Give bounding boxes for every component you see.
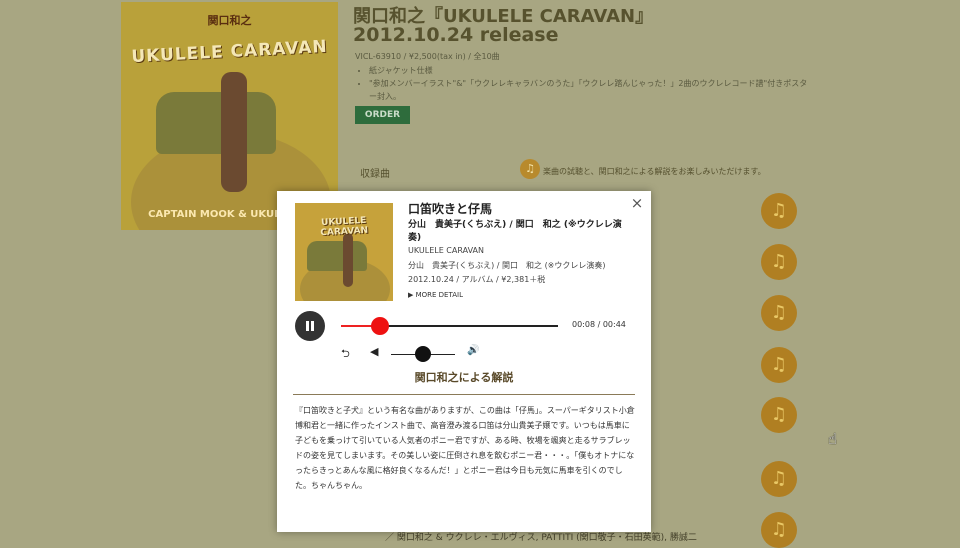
volume-slider[interactable] [391, 346, 455, 362]
feature-item: 紙ジャケット仕様 [369, 64, 809, 77]
thumb-title-text: UKULELE CARAVAN [320, 215, 369, 239]
commentary-heading: 関口和之による解説 [414, 371, 514, 384]
track-play-button[interactable]: ♫ [761, 193, 797, 229]
cover-figure-art [221, 72, 247, 192]
thumb-bus-art [307, 241, 367, 271]
pause-icon [311, 321, 314, 331]
time-display: 00:08 / 00:44 [572, 320, 626, 329]
divider [293, 394, 635, 395]
tracks-description: 楽曲の試聴と、関口和之による解説をお楽しみいただけます。 [543, 167, 766, 176]
cover-title-text: UKULELE CARAVAN [130, 36, 329, 68]
volume-icon[interactable]: 🔊 [467, 345, 479, 356]
cover-artist-text: 関口和之 [207, 14, 252, 27]
release-date: 2012.10.24 release [353, 24, 559, 46]
track-play-button[interactable]: ♫ [761, 295, 797, 331]
hand-cursor-icon: ☝ [828, 430, 838, 448]
commentary-text: 『口笛吹きと子犬』という有名な曲がありますが、この曲は「仔馬」。スーパーギタリス… [295, 406, 635, 490]
track-play-button[interactable]: ♫ [761, 244, 797, 280]
progress-handle[interactable] [371, 317, 390, 335]
album-artist: 分山 貴美子(くちぶえ) / 関口 和之 (※ウクレレ演奏) [408, 261, 606, 270]
pause-button[interactable] [295, 311, 325, 341]
cover-bus-art [156, 92, 276, 154]
album-name: UKULELE CARAVAN [408, 246, 484, 255]
order-button[interactable]: ORDER [355, 106, 410, 124]
album-thumbnail: UKULELE CARAVAN [295, 203, 393, 301]
release-info: 2012.10.24 / アルバム / ¥2,381＋税 [408, 275, 546, 284]
progress-bar[interactable] [341, 317, 558, 335]
volume-handle[interactable] [415, 346, 431, 362]
music-note-icon: ♫ [520, 159, 540, 179]
catalog-info: VICL-63910 / ¥2,500(tax in) / 全10曲 [355, 52, 500, 61]
mute-icon[interactable]: ◀ [370, 345, 378, 358]
thumb-figure-art [343, 233, 353, 287]
song-title: 口笛吹きと仔馬 [408, 202, 493, 216]
track-play-button[interactable]: ♫ [761, 461, 797, 497]
close-icon[interactable]: × [629, 195, 645, 211]
track-play-button[interactable]: ♫ [761, 512, 797, 548]
tracks-heading: 収録曲 [360, 169, 390, 180]
more-detail-link[interactable]: ▶ MORE DETAIL [408, 291, 463, 299]
pause-icon [306, 321, 309, 331]
song-artist: 分山 貴美子(くちぶえ) / 関口 和之 (※ウクレレ演奏) [408, 220, 622, 243]
track-play-button[interactable]: ♫ [761, 397, 797, 433]
feature-item: "参加メンバーイラスト"&"「ウクレレキャラバンのうた」「ウクレレ踏んじゃった！… [369, 77, 809, 103]
track-detail-modal: × UKULELE CARAVAN 口笛吹きと仔馬 分山 貴美子(くちぶえ) /… [277, 191, 651, 532]
repeat-icon[interactable]: ⮌ [341, 345, 350, 364]
feature-list: 紙ジャケット仕様 "参加メンバーイラスト"&"「ウクレレキャラバンのうた」「ウク… [357, 64, 809, 103]
track-play-button[interactable]: ♫ [761, 347, 797, 383]
